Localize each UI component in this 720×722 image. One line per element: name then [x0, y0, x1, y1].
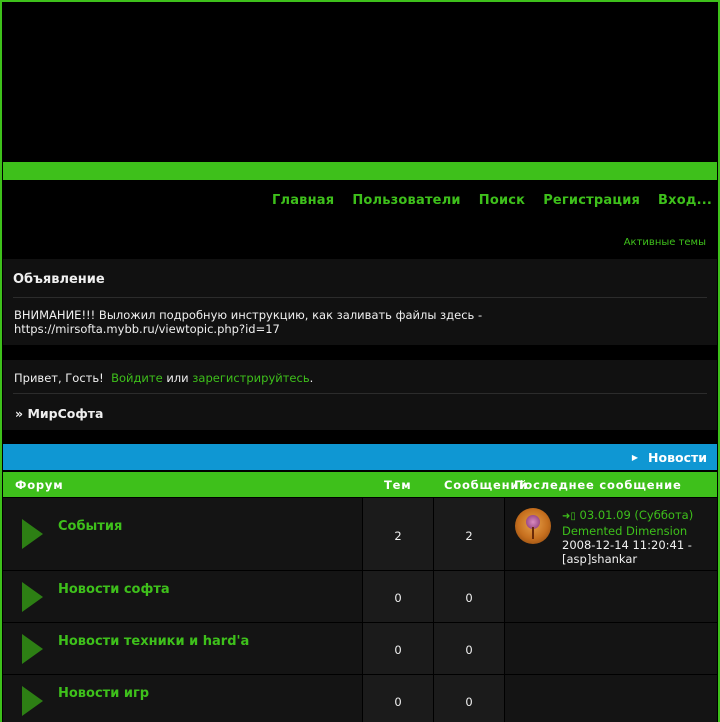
nav-login-link[interactable]: Вход...	[658, 193, 712, 208]
last-post-cell	[504, 623, 718, 674]
nav-search-link[interactable]: Поиск	[479, 193, 525, 208]
go-to-post-icon: ➜▯	[562, 511, 576, 522]
login-link[interactable]: Войдите	[111, 371, 163, 385]
column-last-post: Последнее сообщение	[514, 478, 682, 492]
topics-count: 0	[394, 695, 402, 709]
period-text: .	[309, 371, 314, 385]
posts-count: 0	[465, 695, 473, 709]
forum-table-header: Форум Тем Сообщений Последнее сообщение	[3, 472, 717, 497]
topics-count: 0	[394, 643, 402, 657]
posts-cell: 0	[433, 675, 504, 722]
posts-count: 2	[465, 529, 473, 543]
forum-cell: События	[3, 498, 361, 570]
forum-link[interactable]: Новости софта	[58, 582, 170, 597]
last-post-cell	[504, 675, 718, 722]
posts-cell: 0	[433, 571, 504, 622]
forum-link[interactable]: Новости техники и hard'а	[58, 634, 249, 649]
category-header: ▶ Новости	[3, 444, 717, 470]
forum-cell: Новости игр	[3, 675, 361, 722]
forum-cell: Новости техники и hard'а	[3, 623, 361, 674]
last-post-link[interactable]: ➜▯ 03.01.09 (Суббота) Demented Dimension	[562, 508, 693, 538]
topics-count: 0	[394, 591, 402, 605]
posts-cell: 0	[433, 623, 504, 674]
last-post-cell: ➜▯ 03.01.09 (Суббота) Demented Dimension…	[504, 498, 718, 570]
announcement-text: ВНИМАНИЕ!!! Выложил подробную инструкцию…	[14, 308, 483, 336]
register-link[interactable]: зарегистрируйтесь	[192, 371, 309, 385]
posts-count: 0	[465, 643, 473, 657]
announcement-divider	[13, 297, 707, 298]
column-forum: Форум	[15, 478, 64, 492]
category-title-link[interactable]: Новости	[648, 450, 707, 465]
welcome-box: Привет, Гость! Войдите или зарегистрируй…	[3, 360, 717, 430]
forum-arrow-icon	[22, 634, 43, 664]
breadcrumb: » МирСофта	[15, 406, 103, 421]
table-row: Новости софта 0 0	[3, 571, 717, 623]
nav-users-link[interactable]: Пользователи	[352, 193, 460, 208]
main-nav: Главная Пользователи Поиск Регистрация В…	[272, 193, 712, 208]
forum-cell: Новости софта	[3, 571, 361, 622]
last-post-author: [asp]shankar	[562, 552, 638, 566]
forum-link[interactable]: Новости игр	[58, 686, 149, 701]
topics-cell: 0	[362, 571, 433, 622]
welcome-line: Привет, Гость! Войдите или зарегистрируй…	[14, 371, 313, 385]
active-topics-link[interactable]: Активные темы	[624, 237, 706, 248]
table-row: Новости техники и hard'а 0 0	[3, 623, 717, 675]
topics-cell: 0	[362, 623, 433, 674]
last-post-cell	[504, 571, 718, 622]
breadcrumb-home-link[interactable]: МирСофта	[27, 406, 103, 421]
header-banner	[2, 2, 718, 162]
table-row: Новости игр 0 0	[3, 675, 717, 722]
breadcrumb-separator: »	[15, 406, 24, 421]
table-row: События 2 2 ➜▯ 03.01.09 (Суббота) Dement…	[3, 498, 717, 571]
announcement-title: Объявление	[13, 272, 105, 287]
avatar	[515, 508, 551, 544]
topics-cell: 2	[362, 498, 433, 570]
topics-cell: 0	[362, 675, 433, 722]
category-title-wrap: ▶ Новости	[632, 450, 707, 465]
announcement-box: Объявление ВНИМАНИЕ!!! Выложил подробную…	[3, 259, 717, 345]
topics-count: 2	[394, 529, 402, 543]
nav-register-link[interactable]: Регистрация	[543, 193, 640, 208]
page-frame: Главная Пользователи Поиск Регистрация В…	[0, 0, 720, 722]
greeting-text: Привет, Гость!	[14, 371, 104, 385]
nav-home-link[interactable]: Главная	[272, 193, 334, 208]
forum-link[interactable]: События	[58, 519, 122, 534]
welcome-divider	[13, 393, 707, 394]
forum-arrow-icon	[22, 519, 43, 549]
forum-arrow-icon	[22, 582, 43, 612]
posts-count: 0	[465, 591, 473, 605]
triangle-right-icon: ▶	[631, 453, 639, 462]
column-topics: Тем	[384, 478, 412, 492]
last-post-date: 2008-12-14 11:20:41 -	[562, 538, 692, 552]
header-divider-bar	[3, 162, 717, 180]
posts-cell: 2	[433, 498, 504, 570]
last-post-info: ➜▯ 03.01.09 (Суббота) Demented Dimension…	[562, 508, 718, 566]
or-text: или	[166, 371, 189, 385]
forum-arrow-icon	[22, 686, 43, 716]
